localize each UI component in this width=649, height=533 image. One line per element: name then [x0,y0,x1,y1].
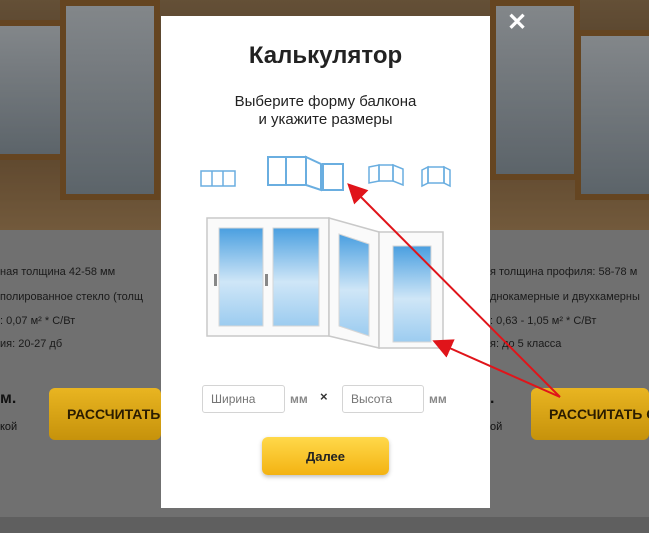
next-button[interactable]: Далее [262,437,389,475]
width-unit: мм [290,392,308,406]
spec-left-2: полированное стекло (толщ [0,291,144,303]
note-left: кой [0,421,18,433]
height-unit: мм [429,392,447,406]
calculate-button-left[interactable]: РАССЧИТАТЬ [49,388,161,440]
spec-right-4: я: до 5 класса [490,338,562,350]
price-right: . [490,390,495,407]
modal-subtitle-line1: Выберите форму балкона [234,93,417,110]
modal-title: Калькулятор [248,42,403,69]
spec-left-1: ная толщина 42-58 мм [0,266,116,278]
balcony-preview-image [206,217,444,349]
note-right: ой [490,421,503,433]
calculate-button-right[interactable]: РАССЧИТАТЬ С [531,388,649,440]
spec-left-3: : 0,07 м² * С/Вт [0,315,76,327]
height-input[interactable] [342,385,424,413]
times-sign: × [320,389,328,404]
calculator-modal: Калькулятор Выберите форму балкона и ука… [161,16,490,508]
spec-right-2: днокамерные и двухкамерны [490,291,640,303]
spec-right-1: я толщина профиля: 58-78 м [490,266,638,278]
price-left: м. [0,390,17,407]
modal-subtitle-line2: и укажите размеры [258,111,393,128]
background-footer [0,517,649,533]
straight-balcony-icon[interactable] [199,167,239,189]
u-shape-balcony-icon[interactable] [420,164,452,192]
spec-left-4: ия: 20-27 дб [0,338,63,350]
spec-right-3: : 0,63 - 1,05 м² * С/Вт [490,315,597,327]
modal-subtitle: Выберите форму балкона и укажите размеры [181,93,470,129]
l-shape-balcony-icon[interactable] [265,154,347,194]
width-input[interactable] [202,385,285,413]
close-icon[interactable]: ✕ [506,11,528,35]
bay-balcony-icon[interactable] [367,163,407,191]
